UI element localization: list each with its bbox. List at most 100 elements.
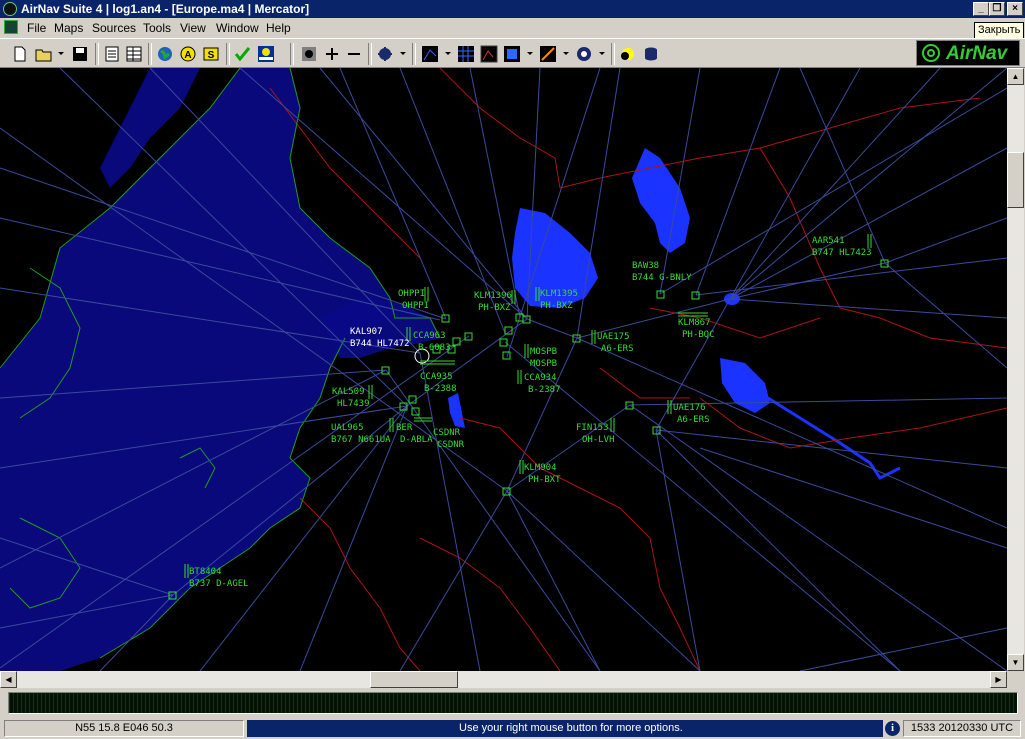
document-icon[interactable] bbox=[4, 20, 18, 34]
aircraft-filter-icon[interactable] bbox=[375, 44, 395, 64]
zoom-fit-icon[interactable] bbox=[299, 44, 319, 64]
flight-label-callsign: BAW38 bbox=[632, 261, 659, 271]
scroll-down-button[interactable]: ▼ bbox=[1007, 654, 1024, 671]
label-a-icon[interactable]: A bbox=[178, 44, 198, 64]
globe-icon[interactable] bbox=[155, 44, 175, 64]
database-icon[interactable] bbox=[641, 44, 661, 64]
flight-label-detail: B-2387 bbox=[528, 385, 561, 395]
flight-label-callsign: FIN153 bbox=[576, 423, 609, 433]
flight-label-callsign: OHPPI bbox=[398, 289, 425, 299]
flight-label-detail: PH-BXZ bbox=[540, 301, 573, 311]
zoom-in-icon[interactable] bbox=[322, 44, 342, 64]
flight-label-callsign: CCA935 bbox=[420, 372, 453, 382]
flight-label-detail: B744 HL7472 bbox=[350, 339, 410, 349]
app-icon[interactable] bbox=[3, 2, 17, 16]
zoom-out-icon[interactable] bbox=[344, 44, 364, 64]
utc-clock: 1533 20120330 UTC bbox=[903, 720, 1021, 737]
status-message-panel: Use your right mouse button for more opt… bbox=[247, 720, 883, 737]
grid-icon[interactable] bbox=[456, 44, 476, 64]
aircraft-marker bbox=[502, 351, 511, 360]
menu-help[interactable]: Help bbox=[266, 21, 291, 35]
flight-label-detail: D-ABLA bbox=[400, 435, 433, 445]
compass-icon[interactable] bbox=[574, 44, 594, 64]
grid-list-icon[interactable] bbox=[124, 44, 144, 64]
flight-label-callsign: KLM867 bbox=[678, 318, 711, 328]
status-bar: N55 15.8 E046 50.3 Use your right mouse … bbox=[0, 718, 1025, 739]
menu-view[interactable]: View bbox=[180, 21, 206, 35]
menu-maps[interactable]: Maps bbox=[54, 21, 83, 35]
flight-label-callsign: UAE176 bbox=[673, 403, 706, 413]
flight-label-callsign: BT8404 bbox=[189, 567, 222, 577]
flight-label-detail: MOSPB bbox=[530, 359, 557, 369]
scroll-right-button[interactable]: ▶ bbox=[990, 671, 1007, 688]
svg-text:A: A bbox=[184, 50, 191, 61]
flight-label-callsign: UAL965 bbox=[331, 423, 364, 433]
status-message: Use your right mouse button for more opt… bbox=[459, 722, 683, 734]
flight-label-detail: B-2388 bbox=[424, 384, 457, 394]
window-title: AirNav Suite 4 | log1.an4 - [Europe.ma4 … bbox=[21, 2, 310, 16]
map-canvas[interactable]: OHPPI OHPPI KLM1396 PH-BXZ KLM1395 PH-BX… bbox=[0, 68, 1007, 671]
title-bar: AirNav Suite 4 | log1.an4 - [Europe.ma4 … bbox=[0, 0, 1025, 18]
route-icon[interactable] bbox=[538, 44, 558, 64]
toolbar: A S bbox=[0, 38, 1025, 68]
flight-label-callsign: BER bbox=[396, 423, 413, 433]
scroll-corner bbox=[1007, 671, 1025, 688]
flight-label-detail: OH-LVH bbox=[582, 435, 615, 445]
flight-label-detail: OHPPI bbox=[402, 301, 429, 311]
new-file-icon[interactable] bbox=[10, 44, 30, 64]
flight-label-detail: PH-BXZ bbox=[478, 303, 511, 313]
message-ticker bbox=[8, 692, 1018, 714]
flight-label-callsign: KLM1396 bbox=[474, 291, 512, 301]
flight-label-callsign: CSDNR bbox=[433, 428, 461, 438]
map-layer-icon[interactable] bbox=[420, 44, 440, 64]
river-volga bbox=[767, 396, 901, 480]
menu-file[interactable]: File bbox=[27, 21, 46, 35]
lake-onega bbox=[632, 148, 690, 253]
close-button[interactable]: × bbox=[1007, 2, 1023, 16]
color-icon[interactable] bbox=[502, 44, 522, 64]
list-icon[interactable] bbox=[102, 44, 122, 64]
airport-icon[interactable] bbox=[256, 44, 276, 64]
scroll-up-button[interactable]: ▲ bbox=[1007, 68, 1024, 85]
radar-icon[interactable] bbox=[479, 44, 499, 64]
flight-label-callsign: AAR541 bbox=[812, 236, 845, 246]
flight-label-callsign: CCA963 bbox=[413, 331, 446, 341]
menu-bar: File Maps Sources Tools View Window Help bbox=[0, 18, 1025, 38]
flight-label-detail: HL7439 bbox=[337, 399, 370, 409]
minimize-button[interactable]: _ bbox=[973, 2, 989, 16]
flight-label-callsign: CCA934 bbox=[524, 373, 557, 383]
flight-label-detail: A6-ERS bbox=[677, 415, 710, 425]
menu-sources[interactable]: Sources bbox=[92, 21, 136, 35]
logo-text: AirNav bbox=[946, 43, 1008, 64]
sun-icon[interactable] bbox=[618, 44, 638, 64]
info-icon[interactable]: i bbox=[885, 721, 900, 736]
flight-label-detail: PH-BXT bbox=[528, 475, 561, 485]
flight-label-detail: B737 D-AGEL bbox=[189, 579, 249, 589]
radar-map[interactable]: OHPPI OHPPI KLM1396 PH-BXZ KLM1395 PH-BX… bbox=[0, 68, 1007, 671]
flight-label-detail: CSDNR bbox=[437, 440, 465, 450]
svg-text:S: S bbox=[208, 50, 215, 61]
horizontal-scrollbar[interactable]: ◀ ▶ bbox=[0, 671, 1007, 688]
open-folder-icon[interactable] bbox=[34, 44, 54, 64]
vertical-scroll-thumb[interactable] bbox=[1007, 152, 1024, 208]
flight-label-callsign: UAE175 bbox=[597, 332, 630, 342]
scroll-left-button[interactable]: ◀ bbox=[0, 671, 17, 688]
airnav-logo: AirNav bbox=[916, 40, 1020, 66]
flight-label-detail: B767 N661UA bbox=[331, 435, 391, 445]
flight-label-callsign: KLM904 bbox=[524, 463, 557, 473]
vertical-scrollbar[interactable]: ▲ ▼ bbox=[1007, 68, 1024, 671]
label-s-icon[interactable]: S bbox=[201, 44, 221, 64]
checkmark-icon[interactable] bbox=[233, 44, 253, 64]
flight-label-detail: B744 G-BNLY bbox=[632, 273, 692, 283]
menu-tools[interactable]: Tools bbox=[143, 21, 171, 35]
flight-label-callsign: KAL907 bbox=[350, 327, 383, 337]
aircraft-marker bbox=[691, 291, 700, 300]
lake-peipus bbox=[448, 393, 465, 428]
maximize-button[interactable]: ❐ bbox=[989, 2, 1005, 16]
country-borders bbox=[269, 68, 1007, 671]
save-icon[interactable] bbox=[70, 44, 90, 64]
menu-window[interactable]: Window bbox=[216, 21, 259, 35]
horizontal-scroll-thumb[interactable] bbox=[370, 671, 458, 688]
cursor-coordinates: N55 15.8 E046 50.3 bbox=[4, 720, 244, 737]
flight-label-detail: B-6083 bbox=[418, 343, 451, 353]
